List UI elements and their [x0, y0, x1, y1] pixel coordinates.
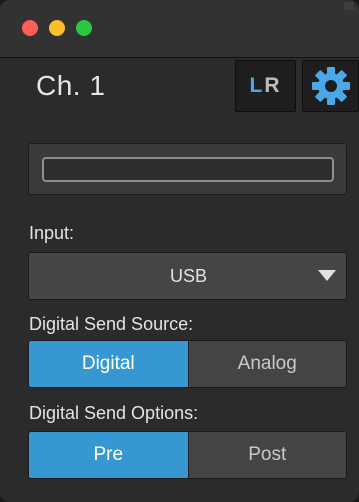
title-bar	[0, 0, 359, 58]
minimize-window-button[interactable]	[49, 20, 65, 36]
gear-icon	[311, 67, 350, 105]
settings-button[interactable]	[302, 60, 359, 112]
channel-title: Ch. 1	[36, 70, 106, 101]
titlebar-edge	[344, 2, 354, 10]
digital-send-options-post[interactable]: Post	[187, 432, 346, 478]
app-window: Ch. 1 LR Input: USB Digital Send Source:…	[0, 0, 359, 502]
digital-send-options-pre[interactable]: Pre	[29, 432, 188, 478]
input-label: Input:	[29, 223, 75, 243]
close-window-button[interactable]	[22, 20, 38, 36]
digital-send-source-analog[interactable]: Analog	[187, 341, 346, 387]
input-select[interactable]: USB	[28, 252, 347, 300]
lr-left-label: L	[249, 74, 265, 97]
channel-name-panel	[28, 143, 347, 195]
lr-link-button[interactable]: LR	[235, 60, 296, 112]
digital-send-source-digital[interactable]: Digital	[29, 341, 188, 387]
digital-send-options-toggle: Pre Post	[28, 431, 347, 479]
zoom-window-button[interactable]	[76, 20, 92, 36]
digital-send-source-label: Digital Send Source:	[29, 314, 194, 334]
digital-send-options-label: Digital Send Options:	[29, 403, 199, 423]
lr-right-label: R	[264, 74, 282, 97]
channel-name-field[interactable]	[42, 157, 334, 182]
digital-send-source-toggle: Digital Analog	[28, 340, 347, 388]
input-select-value: USB	[169, 266, 207, 286]
chevron-down-icon	[318, 270, 336, 281]
